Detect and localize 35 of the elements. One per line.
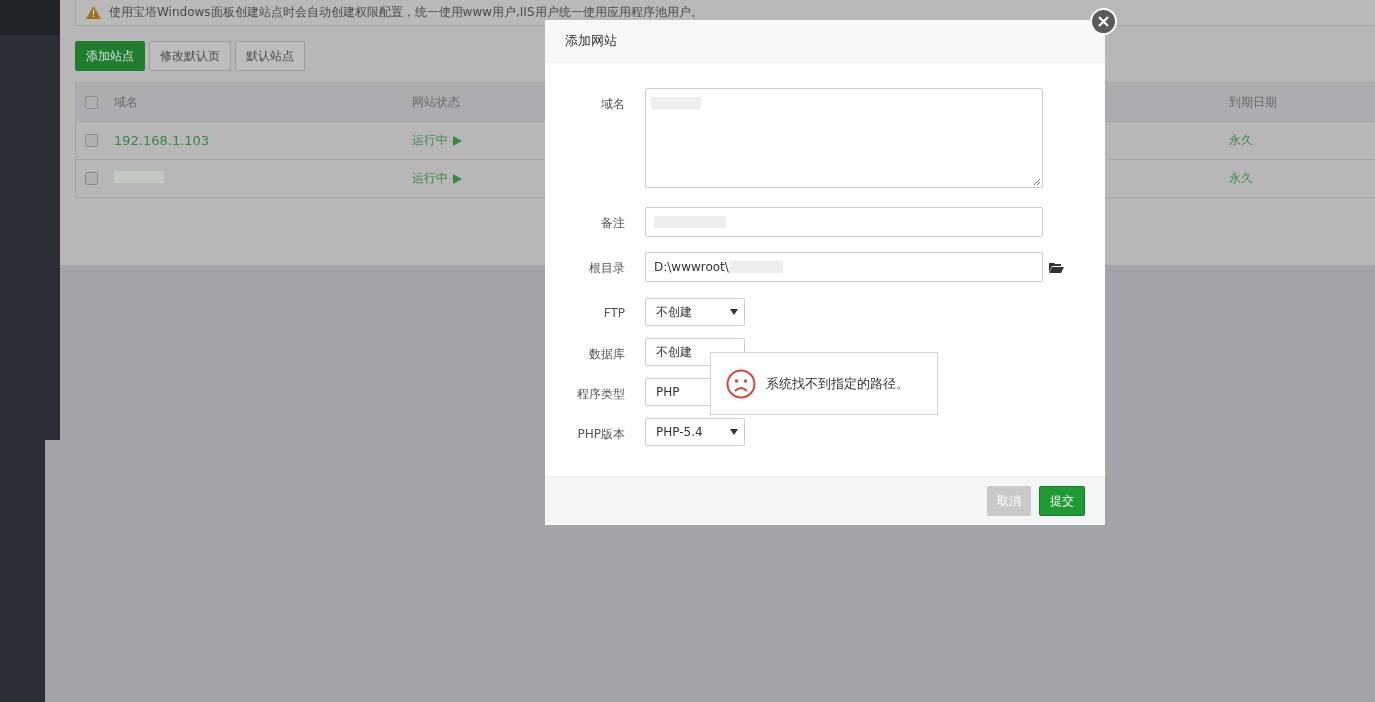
field-label: 域名 [600, 96, 625, 113]
expiry-text: 永久 [1229, 170, 1253, 187]
notice-text: 使用宝塔Windows面板创建站点时会自动创建权限配置，统一使用www用户,IIS用户统一使用应用程序池用户。 [109, 4, 703, 21]
toolbar-button[interactable]: 添加站点 [75, 41, 145, 71]
play-icon [453, 173, 462, 184]
expiry-text: 永久 [1229, 132, 1253, 149]
submit-button[interactable]: 提交 [1039, 486, 1085, 516]
field-label: 根目录 [588, 260, 625, 277]
field-label: FTP [602, 305, 625, 320]
column-header: 网站状态 [412, 93, 460, 111]
remark-input[interactable] [645, 207, 1043, 237]
dropdown-arrow-icon [730, 309, 738, 315]
field-label: 程序类型 [576, 386, 625, 403]
folder-icon[interactable] [1049, 261, 1064, 273]
checkbox[interactable] [85, 134, 98, 147]
sidebar-logo-area [0, 0, 60, 35]
checkbox[interactable] [85, 172, 98, 185]
field-label: 数据库 [588, 346, 625, 363]
dropdown-arrow-icon [730, 429, 738, 435]
toolbar-button[interactable]: 默认站点 [235, 41, 305, 71]
select-field[interactable]: 不创建 [645, 298, 745, 326]
column-header: 到期日期 [1229, 93, 1277, 111]
resize-grip-icon[interactable] [1033, 178, 1041, 186]
field-label: 备注 [600, 215, 625, 232]
column-header: 域名 [114, 93, 138, 111]
dialog-title: 添加网站 [565, 32, 617, 50]
sad-face-icon [726, 368, 756, 399]
path-input[interactable]: D:\wwwroot\ [645, 252, 1043, 282]
toast-message: 系统找不到指定的路径。 [766, 374, 909, 393]
select-field[interactable]: PHP-5.4 [645, 418, 745, 446]
checkbox[interactable] [85, 95, 98, 109]
warning-icon [86, 6, 101, 19]
toolbar-button[interactable]: 修改默认页 [149, 41, 231, 71]
field-label: PHP版本 [576, 426, 625, 443]
play-icon [453, 135, 462, 146]
